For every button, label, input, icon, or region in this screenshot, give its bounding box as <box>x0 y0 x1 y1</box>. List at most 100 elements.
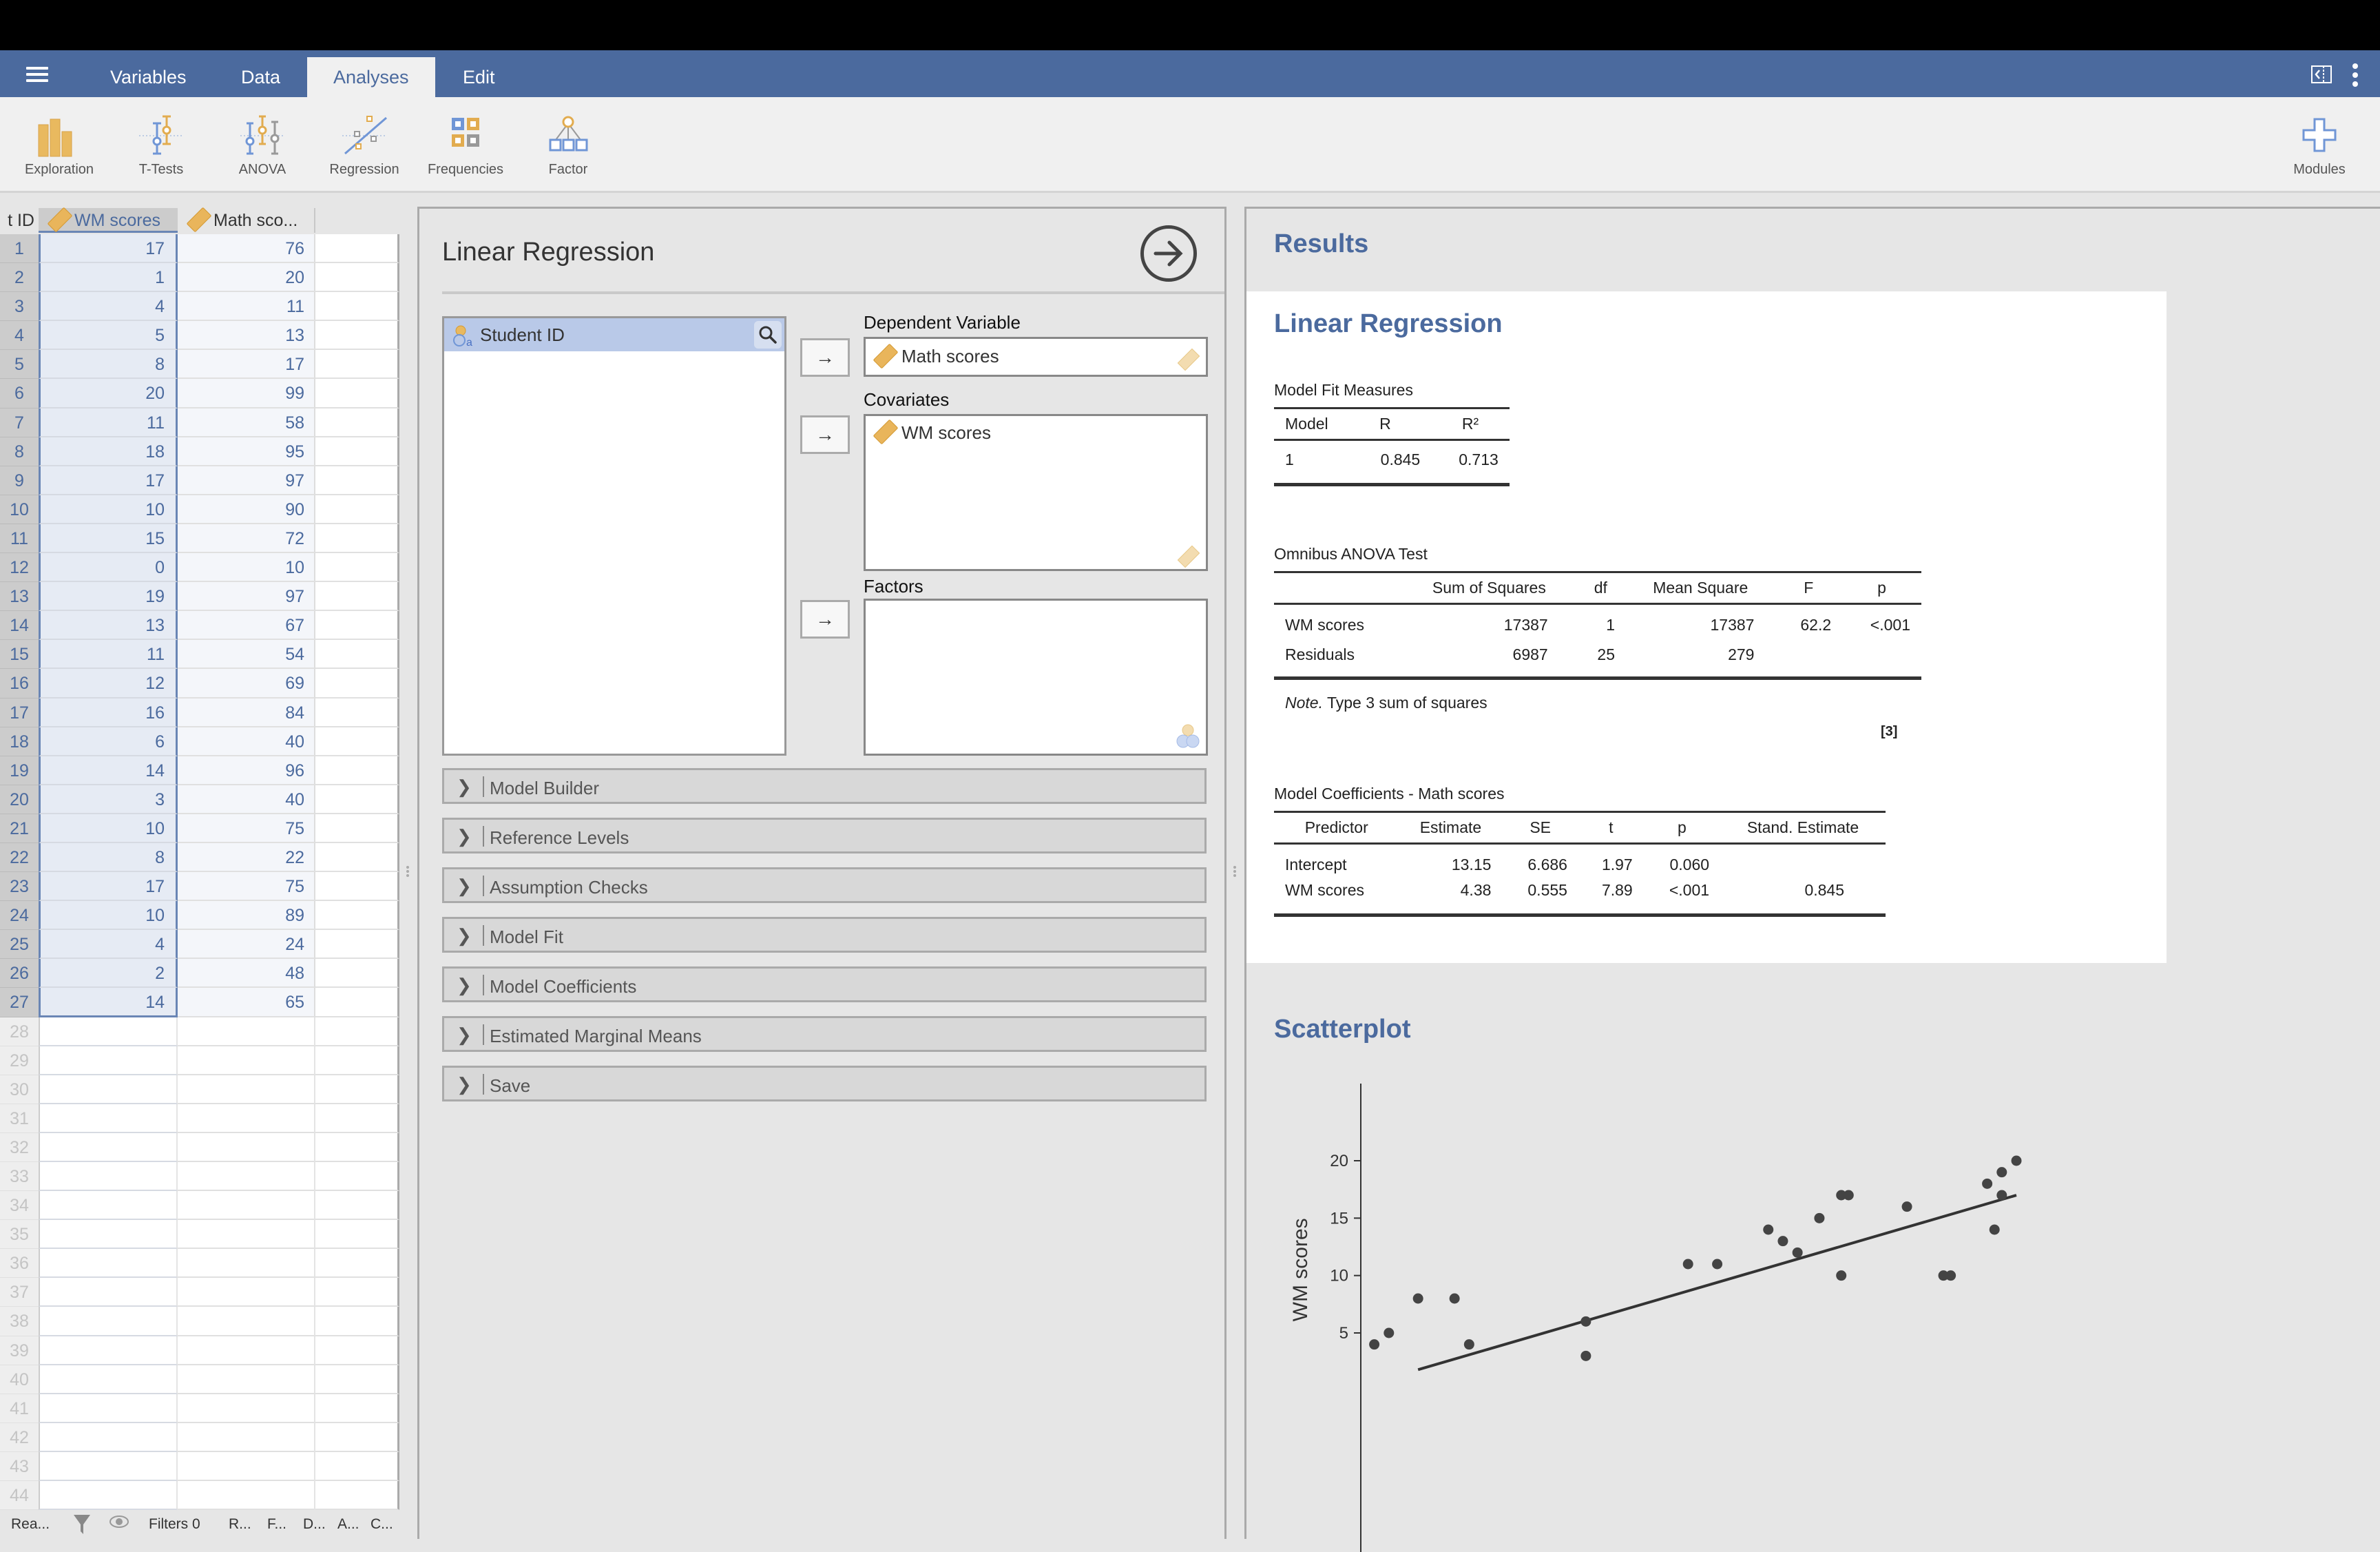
cell-empty[interactable] <box>315 524 399 554</box>
search-variables-button[interactable] <box>754 321 782 349</box>
cell-math-scores[interactable] <box>178 1132 315 1162</box>
cell-math-scores[interactable]: 75 <box>178 872 315 902</box>
cell-empty[interactable] <box>315 756 399 785</box>
row-number[interactable]: 31 <box>0 1104 39 1133</box>
cell-wm-scores[interactable]: 18 <box>39 437 178 466</box>
cell-empty[interactable] <box>315 930 399 960</box>
collapse-panel-icon[interactable] <box>2311 65 2332 88</box>
cell-math-scores[interactable]: 96 <box>178 756 315 785</box>
run-analysis-button[interactable] <box>1140 225 1197 282</box>
tab-variables[interactable]: Variables <box>84 57 213 97</box>
cell-empty[interactable] <box>315 1046 399 1075</box>
cell-wm-scores[interactable]: 10 <box>39 814 178 843</box>
cell-empty[interactable] <box>315 1162 399 1192</box>
row-number[interactable]: 42 <box>0 1422 39 1452</box>
cell-empty[interactable] <box>315 1307 399 1336</box>
cell-math-scores[interactable]: 48 <box>178 959 315 989</box>
cell-wm-scores[interactable]: 10 <box>39 901 178 931</box>
section-save[interactable]: ❯ Save <box>442 1066 1207 1101</box>
tab-analyses[interactable]: Analyses <box>307 57 435 97</box>
row-number[interactable]: 18 <box>0 727 39 756</box>
cell-empty[interactable] <box>315 727 399 756</box>
row-number[interactable]: 26 <box>0 959 39 989</box>
row-number[interactable]: 19 <box>0 756 39 785</box>
cell-empty[interactable] <box>315 959 399 989</box>
cell-math-scores[interactable]: 95 <box>178 437 315 466</box>
row-number[interactable]: 17 <box>0 698 39 727</box>
row-number[interactable]: 32 <box>0 1132 39 1162</box>
cell-math-scores[interactable]: 97 <box>178 582 315 612</box>
row-number[interactable]: 16 <box>0 669 39 699</box>
cell-math-scores[interactable]: 72 <box>178 524 315 554</box>
cell-wm-scores[interactable] <box>39 1075 178 1104</box>
row-number[interactable]: 28 <box>0 1017 39 1046</box>
cell-wm-scores[interactable] <box>39 1422 178 1452</box>
cell-empty[interactable] <box>315 1422 399 1452</box>
cell-math-scores[interactable]: 89 <box>178 901 315 931</box>
section-model-builder[interactable]: ❯ Model Builder <box>442 768 1207 804</box>
cell-math-scores[interactable] <box>178 1220 315 1250</box>
cell-wm-scores[interactable]: 14 <box>39 756 178 785</box>
cell-math-scores[interactable] <box>178 1481 315 1511</box>
cell-empty[interactable] <box>315 1278 399 1307</box>
cell-wm-scores[interactable]: 6 <box>39 727 178 756</box>
cell-empty[interactable] <box>315 437 399 466</box>
cell-empty[interactable] <box>315 611 399 641</box>
cell-empty[interactable] <box>315 1075 399 1104</box>
cell-wm-scores[interactable] <box>39 1132 178 1162</box>
factor-button[interactable]: Factor <box>516 114 620 178</box>
row-number[interactable]: 36 <box>0 1249 39 1279</box>
cell-empty[interactable] <box>315 698 399 727</box>
cell-math-scores[interactable]: 10 <box>178 553 315 583</box>
cell-empty[interactable] <box>315 234 399 264</box>
tab-data[interactable]: Data <box>215 57 306 97</box>
cell-empty[interactable] <box>315 988 399 1017</box>
row-number[interactable]: 39 <box>0 1336 39 1365</box>
row-number[interactable]: 9 <box>0 466 39 495</box>
row-number[interactable]: 12 <box>0 553 39 583</box>
cell-math-scores[interactable]: 90 <box>178 495 315 524</box>
more-options-icon[interactable] <box>2351 63 2359 92</box>
row-number[interactable]: 40 <box>0 1365 39 1394</box>
row-number[interactable]: 6 <box>0 379 39 408</box>
cell-empty[interactable] <box>315 321 399 351</box>
cell-empty[interactable] <box>315 901 399 931</box>
cell-wm-scores[interactable] <box>39 1481 178 1511</box>
row-number[interactable]: 7 <box>0 408 39 437</box>
splitter-handle[interactable] <box>1232 865 1238 885</box>
row-number[interactable]: 24 <box>0 901 39 931</box>
cell-empty[interactable] <box>315 669 399 699</box>
cell-wm-scores[interactable] <box>39 1191 178 1221</box>
cell-wm-scores[interactable]: 4 <box>39 292 178 322</box>
section-model-coefficients[interactable]: ❯ Model Coefficients <box>442 966 1207 1002</box>
cell-math-scores[interactable]: 84 <box>178 698 315 727</box>
cell-empty[interactable] <box>315 495 399 524</box>
cell-empty[interactable] <box>315 785 399 814</box>
cell-empty[interactable] <box>315 553 399 583</box>
row-number[interactable]: 3 <box>0 292 39 322</box>
covariate-item-wm-scores[interactable]: WM scores <box>866 416 1206 449</box>
cell-empty[interactable] <box>315 1249 399 1279</box>
cell-wm-scores[interactable]: 13 <box>39 611 178 641</box>
cell-math-scores[interactable]: 40 <box>178 785 315 814</box>
cell-math-scores[interactable]: 67 <box>178 611 315 641</box>
cell-wm-scores[interactable]: 10 <box>39 495 178 524</box>
cell-empty[interactable] <box>315 1394 399 1423</box>
cell-empty[interactable] <box>315 1451 399 1482</box>
cell-wm-scores[interactable]: 2 <box>39 959 178 989</box>
cell-empty[interactable] <box>315 1220 399 1250</box>
cell-wm-scores[interactable] <box>39 1046 178 1075</box>
row-number[interactable]: 2 <box>0 263 39 293</box>
row-number[interactable]: 20 <box>0 785 39 814</box>
cell-wm-scores[interactable] <box>39 1451 178 1482</box>
filter-icon[interactable] <box>73 1513 91 1540</box>
row-number[interactable]: 43 <box>0 1451 39 1482</box>
cell-math-scores[interactable]: 58 <box>178 408 315 437</box>
row-number[interactable]: 8 <box>0 437 39 466</box>
cell-math-scores[interactable]: 75 <box>178 814 315 843</box>
factors-box[interactable] <box>864 599 1208 756</box>
cell-math-scores[interactable] <box>178 1451 315 1482</box>
cell-wm-scores[interactable]: 20 <box>39 379 178 408</box>
tab-edit[interactable]: Edit <box>437 57 521 97</box>
cell-wm-scores[interactable]: 14 <box>39 988 178 1017</box>
